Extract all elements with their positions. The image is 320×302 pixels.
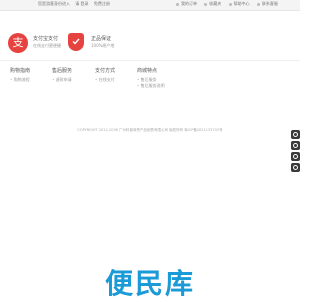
side-button[interactable]: [291, 163, 300, 172]
footer-column-after-sales: 售后服务 退款申请: [52, 67, 72, 83]
orders-icon: [176, 2, 179, 6]
divider: [0, 60, 300, 61]
favorites-link[interactable]: 收藏夹: [204, 1, 221, 7]
copyright-text: COPYRIGHT 2012-2036 广州科普商贸产品销售有限公司 版权所有 …: [77, 128, 223, 132]
circle-icon: [293, 154, 298, 159]
shield-check-icon: [68, 33, 84, 51]
top-bar: 您是游客身份进入 请 登录 免费注册 我的订单 收藏夹 帮助中心 联系客服: [0, 0, 300, 11]
feature-title: 正品保证: [91, 36, 112, 42]
footer-link[interactable]: 在线支付: [95, 77, 115, 83]
help-center-link[interactable]: 帮助中心: [228, 1, 250, 7]
top-bar-right: 我的订单 收藏夹 帮助中心 联系客服: [176, 1, 284, 7]
help-icon: [228, 2, 232, 6]
top-bar-left: 您是游客身份进入 请 登录 免费注册: [38, 1, 114, 7]
feature-subtitle: 100%原产地: [91, 43, 115, 48]
visitor-text: 您是游客身份进入: [38, 1, 70, 6]
side-button[interactable]: [291, 152, 300, 161]
column-heading: 购物指南: [10, 68, 31, 74]
footer-link[interactable]: 退款申请: [52, 77, 72, 83]
circle-icon: [293, 143, 298, 148]
side-button[interactable]: [291, 130, 300, 139]
my-orders-link[interactable]: 我的订单: [176, 1, 197, 7]
column-heading: 支付方式: [95, 68, 116, 74]
login-link[interactable]: 请 登录: [75, 1, 88, 6]
contact-link[interactable]: 联系客服: [256, 1, 278, 7]
footer-column-features: 商城特点 售后服务 售后服务说明: [137, 67, 165, 89]
side-button[interactable]: [291, 141, 300, 150]
favorites-icon: [204, 2, 208, 6]
site-logo: 便民库: [104, 267, 195, 300]
column-heading: 售后服务: [52, 68, 73, 74]
register-link[interactable]: 免费注册: [94, 1, 110, 6]
footer-column-payment: 支付方式 在线支付: [95, 67, 115, 83]
footer-link[interactable]: 购物流程: [10, 77, 30, 83]
column-heading: 商城特点: [137, 68, 158, 74]
contact-icon: [256, 2, 260, 6]
alipay-icon: 支: [8, 33, 28, 53]
feature-subtitle: 在线支付更便捷: [33, 43, 61, 48]
circle-icon: [293, 132, 298, 137]
footer-column-shopping-guide: 购物指南 购物流程: [10, 67, 30, 83]
feature-title: 支付宝支付: [33, 36, 59, 42]
circle-icon: [293, 165, 298, 170]
side-toolbar: [291, 130, 300, 174]
footer-link[interactable]: 售后服务说明: [137, 83, 165, 89]
